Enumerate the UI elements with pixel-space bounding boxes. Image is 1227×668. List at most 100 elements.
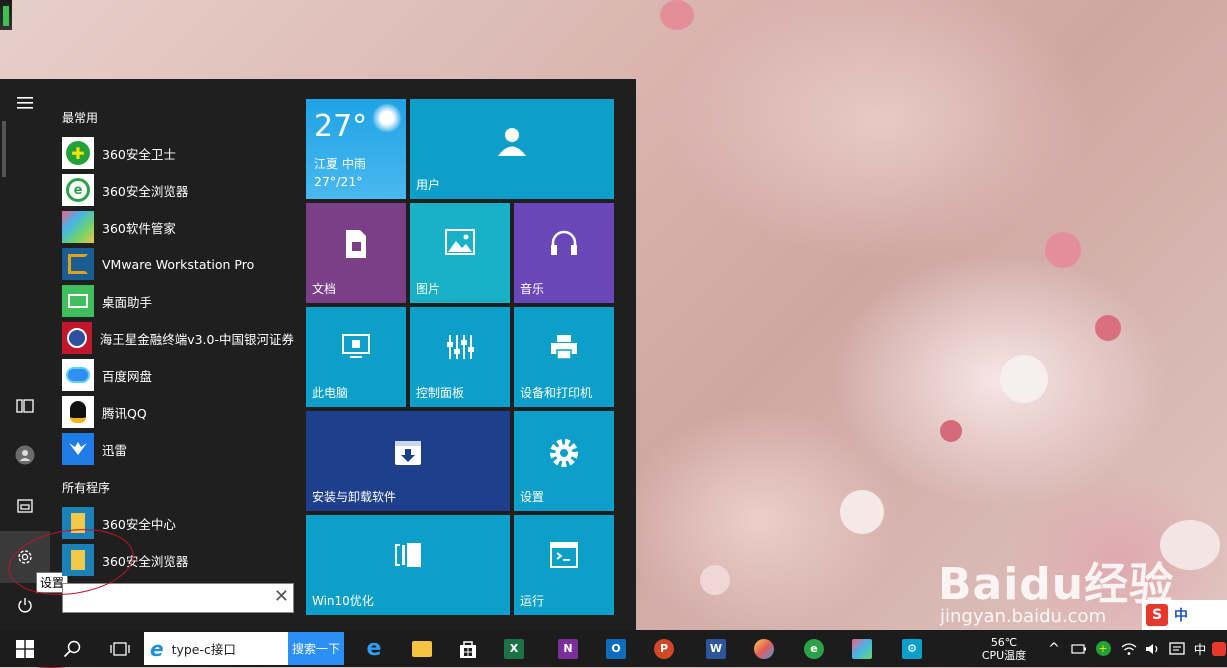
tile-label: 运行 bbox=[520, 594, 545, 608]
app-vmware[interactable]: VMware Workstation Pro bbox=[62, 246, 294, 282]
tray-notifications[interactable] bbox=[1166, 630, 1188, 667]
xunlei-icon bbox=[62, 433, 94, 465]
taskbar-word[interactable]: W bbox=[700, 630, 732, 667]
tile-weather[interactable]: 27° 江夏 中雨 27°/21° bbox=[306, 99, 406, 199]
taskbar-onenote[interactable]: N bbox=[552, 630, 584, 667]
start-button[interactable] bbox=[8, 630, 42, 667]
tile-devices-printers[interactable]: 设备和打印机 bbox=[514, 307, 614, 407]
tile-settings[interactable]: 设置 bbox=[514, 411, 614, 511]
wifi-icon bbox=[1121, 642, 1137, 655]
360-software-manager-icon bbox=[62, 211, 94, 243]
tile-run[interactable]: 运行 bbox=[514, 515, 614, 615]
user-avatar-icon bbox=[15, 445, 35, 465]
taskbar-file-explorer[interactable] bbox=[406, 630, 438, 667]
taskbar-store[interactable] bbox=[452, 630, 484, 667]
tile-music[interactable]: 音乐 bbox=[514, 203, 614, 303]
task-view-button[interactable] bbox=[104, 630, 136, 667]
tablet-mode-icon bbox=[16, 399, 34, 413]
tray-sogou[interactable] bbox=[1210, 630, 1227, 667]
tray-overflow-button[interactable]: ^ bbox=[1044, 630, 1064, 667]
tile-this-pc[interactable]: 此电脑 bbox=[306, 307, 406, 407]
folder-icon bbox=[412, 640, 432, 657]
install-box-icon bbox=[306, 437, 510, 467]
tile-label: Win10优化 bbox=[312, 594, 374, 608]
tile-pictures[interactable]: 图片 bbox=[410, 203, 510, 303]
weather-temp: 27° bbox=[314, 109, 368, 144]
tile-label: 音乐 bbox=[520, 282, 545, 296]
tray-wifi[interactable] bbox=[1118, 630, 1140, 667]
volume-icon bbox=[1146, 643, 1158, 654]
taskbar-settings[interactable]: ⚙ bbox=[896, 630, 928, 667]
app-baidu-netdisk[interactable]: 百度网盘 bbox=[62, 357, 294, 393]
tile-user[interactable]: 用户 bbox=[410, 99, 614, 199]
taskbar-edge[interactable]: e bbox=[358, 630, 390, 667]
app-xunlei[interactable]: 迅雷 bbox=[62, 431, 294, 467]
app-qq[interactable]: 腾讯QQ bbox=[62, 394, 294, 430]
monitor-icon bbox=[306, 333, 406, 361]
tile-label: 图片 bbox=[416, 282, 441, 296]
sun-icon bbox=[372, 103, 402, 133]
powerpoint-icon: P bbox=[654, 638, 674, 659]
tray-360[interactable]: + bbox=[1092, 630, 1114, 667]
ime-toolbar[interactable]: S 中 bbox=[1142, 600, 1227, 630]
excel-icon: X bbox=[504, 638, 524, 659]
taskbar-powerpoint[interactable]: P bbox=[648, 630, 680, 667]
word-icon: W bbox=[706, 638, 726, 659]
tile-label: 文档 bbox=[312, 282, 337, 296]
message-icon bbox=[1169, 641, 1185, 655]
tray-ime-mode[interactable]: 中 bbox=[1190, 630, 1210, 667]
taskbar-excel[interactable]: X bbox=[498, 630, 530, 667]
360-safeguard-icon: ✚ bbox=[62, 137, 94, 169]
picture-icon bbox=[410, 229, 510, 255]
app-label: 360安全浏览器 bbox=[102, 183, 189, 199]
gear-icon: ⚙ bbox=[902, 638, 922, 659]
watermark-brand: Baidu经验 bbox=[938, 559, 1175, 610]
cpu-temperature[interactable]: 56℃ CPU温度 bbox=[970, 630, 1038, 667]
app-desktop-assistant[interactable]: 桌面助手 bbox=[62, 283, 294, 319]
tablet-mode-button[interactable] bbox=[0, 384, 50, 428]
outlook-icon: O bbox=[606, 638, 626, 659]
onenote-icon: N bbox=[558, 638, 578, 659]
paint-icon bbox=[754, 638, 774, 659]
windows-logo-icon bbox=[16, 639, 34, 658]
tile-control-panel[interactable]: 控制面板 bbox=[410, 307, 510, 407]
360-safeguard-icon: + bbox=[1095, 641, 1111, 656]
app-360-browser[interactable]: e 360安全浏览器 bbox=[62, 172, 294, 208]
app-360-software-manager[interactable]: 360软件管家 bbox=[62, 209, 294, 245]
neptune-finance-icon bbox=[62, 322, 92, 354]
taskbar-outlook[interactable]: O bbox=[600, 630, 632, 667]
battery-icon bbox=[1071, 643, 1086, 654]
scroll-indicator[interactable] bbox=[2, 121, 6, 177]
app-neptune-finance[interactable]: 海王星金融终端v3.0-中国银河证券 bbox=[62, 320, 294, 356]
tray-battery[interactable] bbox=[1068, 630, 1090, 667]
app-360-safeguard[interactable]: ✚ 360安全卫士 bbox=[62, 135, 294, 171]
cpu-temp-label: CPU温度 bbox=[981, 648, 1027, 662]
app-label: 桌面助手 bbox=[102, 294, 153, 310]
section-all-programs: 所有程序 bbox=[62, 481, 111, 495]
section-most-used: 最常用 bbox=[62, 111, 99, 125]
ie-address-bar[interactable]: e type-c接口 bbox=[144, 632, 288, 665]
document-icon bbox=[306, 229, 406, 259]
app-label: 迅雷 bbox=[102, 442, 128, 458]
tray-volume[interactable] bbox=[1142, 630, 1164, 667]
360-browser-icon: e bbox=[804, 638, 824, 659]
search-icon bbox=[63, 640, 81, 657]
file-explorer-button[interactable] bbox=[0, 484, 50, 528]
desktop-assistant-icon bbox=[62, 285, 94, 317]
taskbar-search-button[interactable] bbox=[56, 630, 88, 667]
search-go-button[interactable]: 搜索一下 bbox=[288, 632, 344, 665]
taskbar: e type-c接口 搜索一下 e X N O P W e ⚙ 56℃ CPU温… bbox=[0, 630, 1227, 667]
tile-win10-optimize[interactable]: Win10优化 bbox=[306, 515, 510, 615]
user-account-button[interactable] bbox=[0, 433, 50, 477]
search-clear-button[interactable]: ✕ bbox=[274, 587, 289, 607]
tile-documents[interactable]: 文档 bbox=[306, 203, 406, 303]
taskbar-paint[interactable] bbox=[748, 630, 780, 667]
tile-label: 用户 bbox=[416, 178, 441, 192]
edge-icon: e bbox=[366, 636, 382, 661]
taskbar-360-browser[interactable]: e bbox=[798, 630, 830, 667]
hamburger-menu-button[interactable] bbox=[0, 81, 50, 125]
tile-install-uninstall[interactable]: 安装与卸载软件 bbox=[306, 411, 510, 511]
tile-label: 控制面板 bbox=[416, 386, 465, 400]
tile-label: 安装与卸载软件 bbox=[312, 490, 397, 504]
taskbar-360-software-manager[interactable] bbox=[846, 630, 878, 667]
